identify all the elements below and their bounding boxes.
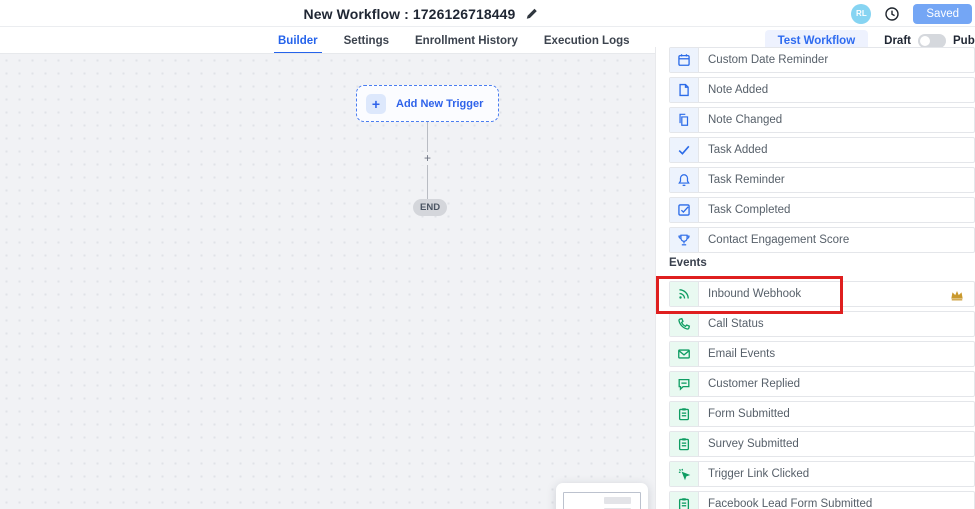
trigger-item-label: Form Submitted [699,402,790,426]
placeholder-bar [604,497,631,504]
trigger-item-inbound-webhook[interactable]: Inbound Webhook [669,281,975,307]
webhook-icon [670,282,699,306]
tab-bar: Builder Settings Enrollment History Exec… [278,27,630,54]
tab-settings[interactable]: Settings [344,27,389,54]
note-icon [670,78,699,102]
preview-popup [556,483,648,509]
trigger-item-label: Task Added [699,138,767,162]
clipboard-icon [670,492,699,509]
toggle-knob [920,36,930,46]
bell-icon [670,168,699,192]
clipboard-icon [670,402,699,426]
page-title: New Workflow : 1726126718449 [304,6,516,22]
trigger-item-task-reminder[interactable]: Task Reminder [669,167,975,193]
phone-icon [670,312,699,336]
workflow-canvas[interactable]: + Add New Trigger + END [0,54,656,509]
tab-execution-logs[interactable]: Execution Logs [544,27,630,54]
draft-label: Draft [884,35,911,47]
trigger-item-label: Trigger Link Clicked [699,462,809,486]
end-node: END [413,199,447,216]
add-step-plus-icon[interactable]: + [421,152,434,165]
trigger-picker-sidebar[interactable]: Custom Date Reminder Note Added Note Cha… [655,47,975,509]
preview-frame [563,492,641,509]
add-new-trigger-label: Add New Trigger [396,98,483,110]
trigger-item-contact-engagement-score[interactable]: Contact Engagement Score [669,227,975,253]
trigger-item-task-completed[interactable]: Task Completed [669,197,975,223]
trigger-item-form-submitted[interactable]: Form Submitted [669,401,975,427]
draft-publish-toggle[interactable] [918,34,946,48]
publish-label: Publish [953,35,975,47]
workflow-builder-page: + Add New Trigger + END New Workflow : 1… [0,0,975,509]
trigger-item-label: Call Status [699,312,764,336]
tab-builder[interactable]: Builder [278,27,318,54]
trigger-item-customer-replied[interactable]: Customer Replied [669,371,975,397]
add-new-trigger-button[interactable]: + Add New Trigger [356,85,499,122]
trigger-item-custom-date-reminder[interactable]: Custom Date Reminder [669,47,975,73]
edit-title-pencil-icon[interactable] [525,7,538,20]
trigger-item-facebook-lead-form-submitted[interactable]: Facebook Lead Form Submitted [669,491,975,509]
trophy-icon [670,228,699,252]
trigger-item-task-added[interactable]: Task Added [669,137,975,163]
chat-icon [670,372,699,396]
top-header: New Workflow : 1726126718449 RL Saved [0,0,975,27]
tab-enrollment-history[interactable]: Enrollment History [415,27,518,54]
premium-crown-icon [950,288,964,302]
task-completed-icon [670,198,699,222]
trigger-item-label: Task Reminder [699,168,785,192]
trigger-item-label: Survey Submitted [699,432,799,456]
check-icon [670,138,699,162]
trigger-item-call-status[interactable]: Call Status [669,311,975,337]
trigger-item-email-events[interactable]: Email Events [669,341,975,367]
clipboard-icon [670,432,699,456]
trigger-item-label: Inbound Webhook [699,282,801,306]
trigger-item-label: Customer Replied [699,372,800,396]
plus-icon: + [366,94,386,114]
trigger-item-label: Note Added [699,78,768,102]
trigger-item-trigger-link-clicked[interactable]: Trigger Link Clicked [669,461,975,487]
trigger-item-label: Custom Date Reminder [699,48,828,72]
link-clicked-icon [670,462,699,486]
trigger-item-survey-submitted[interactable]: Survey Submitted [669,431,975,457]
trigger-item-note-changed[interactable]: Note Changed [669,107,975,133]
saved-button[interactable]: Saved [913,4,972,24]
trigger-item-note-added[interactable]: Note Added [669,77,975,103]
history-clock-icon[interactable] [884,6,900,22]
envelope-icon [670,342,699,366]
note-changed-icon [670,108,699,132]
trigger-item-label: Note Changed [699,108,782,132]
trigger-item-label: Contact Engagement Score [699,228,849,252]
events-section-header: Events [669,257,975,271]
trigger-item-label: Task Completed [699,198,790,222]
trigger-item-label: Facebook Lead Form Submitted [699,492,872,509]
user-avatar[interactable]: RL [851,4,871,24]
calendar-icon [670,48,699,72]
trigger-item-label: Email Events [699,342,775,366]
